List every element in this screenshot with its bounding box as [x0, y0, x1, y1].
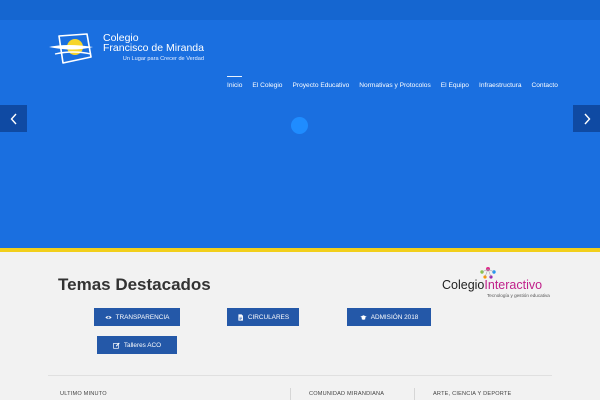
column-separator — [290, 388, 291, 400]
logo-title-line2: Francisco de Miranda — [103, 42, 204, 54]
site-logo[interactable]: Colegio Francisco de Miranda Un Lugar pa… — [47, 33, 204, 65]
transparencia-label: TRANSPARENCIA — [115, 313, 170, 321]
eye-icon — [104, 315, 112, 319]
nav-item-normativas[interactable]: Normativas y Protocolos — [354, 82, 435, 89]
document-icon — [238, 313, 243, 321]
school-emblem-icon — [49, 33, 93, 64]
partner-subtitle: Tecnología y gestión educativa — [487, 293, 550, 298]
chevron-right-icon — [583, 113, 590, 124]
nav-item-infraestructura[interactable]: Infraestructura — [474, 82, 527, 89]
partner-word-colegio: Colegio — [442, 278, 485, 292]
transparencia-button[interactable]: TRANSPARENCIA — [94, 308, 180, 326]
column-separator — [414, 388, 415, 400]
slider-prev-button[interactable] — [0, 105, 27, 132]
admision-2018-label: ADMISIÓN 2018 — [370, 313, 419, 321]
nav-item-proyecto-educativo[interactable]: Proyecto Educativo — [287, 82, 354, 89]
graduation-cap-icon — [360, 314, 367, 320]
edit-icon — [113, 342, 120, 349]
talleres-aco-label: Talleres ACO — [123, 341, 162, 349]
nav-item-contacto[interactable]: Contacto — [527, 82, 563, 89]
circulares-label: CIRCULARES — [247, 313, 290, 321]
slider-next-button[interactable] — [573, 105, 600, 132]
comunidad-mirandiana-heading: COMUNIDAD MIRANDIANA — [309, 391, 385, 397]
nav-item-inicio[interactable]: Inicio — [222, 76, 247, 89]
slider-loading-indicator — [291, 117, 308, 134]
arte-ciencia-deporte-heading: ARTE, CIENCIA Y DEPORTE — [433, 391, 512, 397]
circulares-button[interactable]: CIRCULARES — [227, 308, 299, 326]
featured-topics-heading: Temas Destacados — [58, 275, 211, 294]
chevron-left-icon — [10, 113, 17, 124]
ultimo-minuto-heading: ULTIMO MINUTO — [60, 391, 107, 397]
nav-item-el-colegio[interactable]: El Colegio — [247, 82, 287, 89]
logo-tagline: Un Lugar para Crecer de Verdad — [122, 56, 204, 62]
nav-item-el-equipo[interactable]: El Equipo — [436, 82, 474, 89]
colegio-interactivo-logo[interactable]: ColegioInteractivo Tecnología y gestión … — [441, 266, 553, 298]
talleres-aco-button[interactable]: Talleres ACO — [97, 336, 177, 354]
admision-2018-button[interactable]: ADMISIÓN 2018 — [347, 308, 431, 326]
hero-bottom-border — [0, 248, 600, 252]
section-divider — [48, 375, 552, 376]
top-strip — [0, 0, 600, 20]
partner-word-interactivo: Interactivo — [484, 278, 543, 292]
main-navigation: Inicio El Colegio Proyecto Educativo Nor… — [222, 76, 563, 89]
